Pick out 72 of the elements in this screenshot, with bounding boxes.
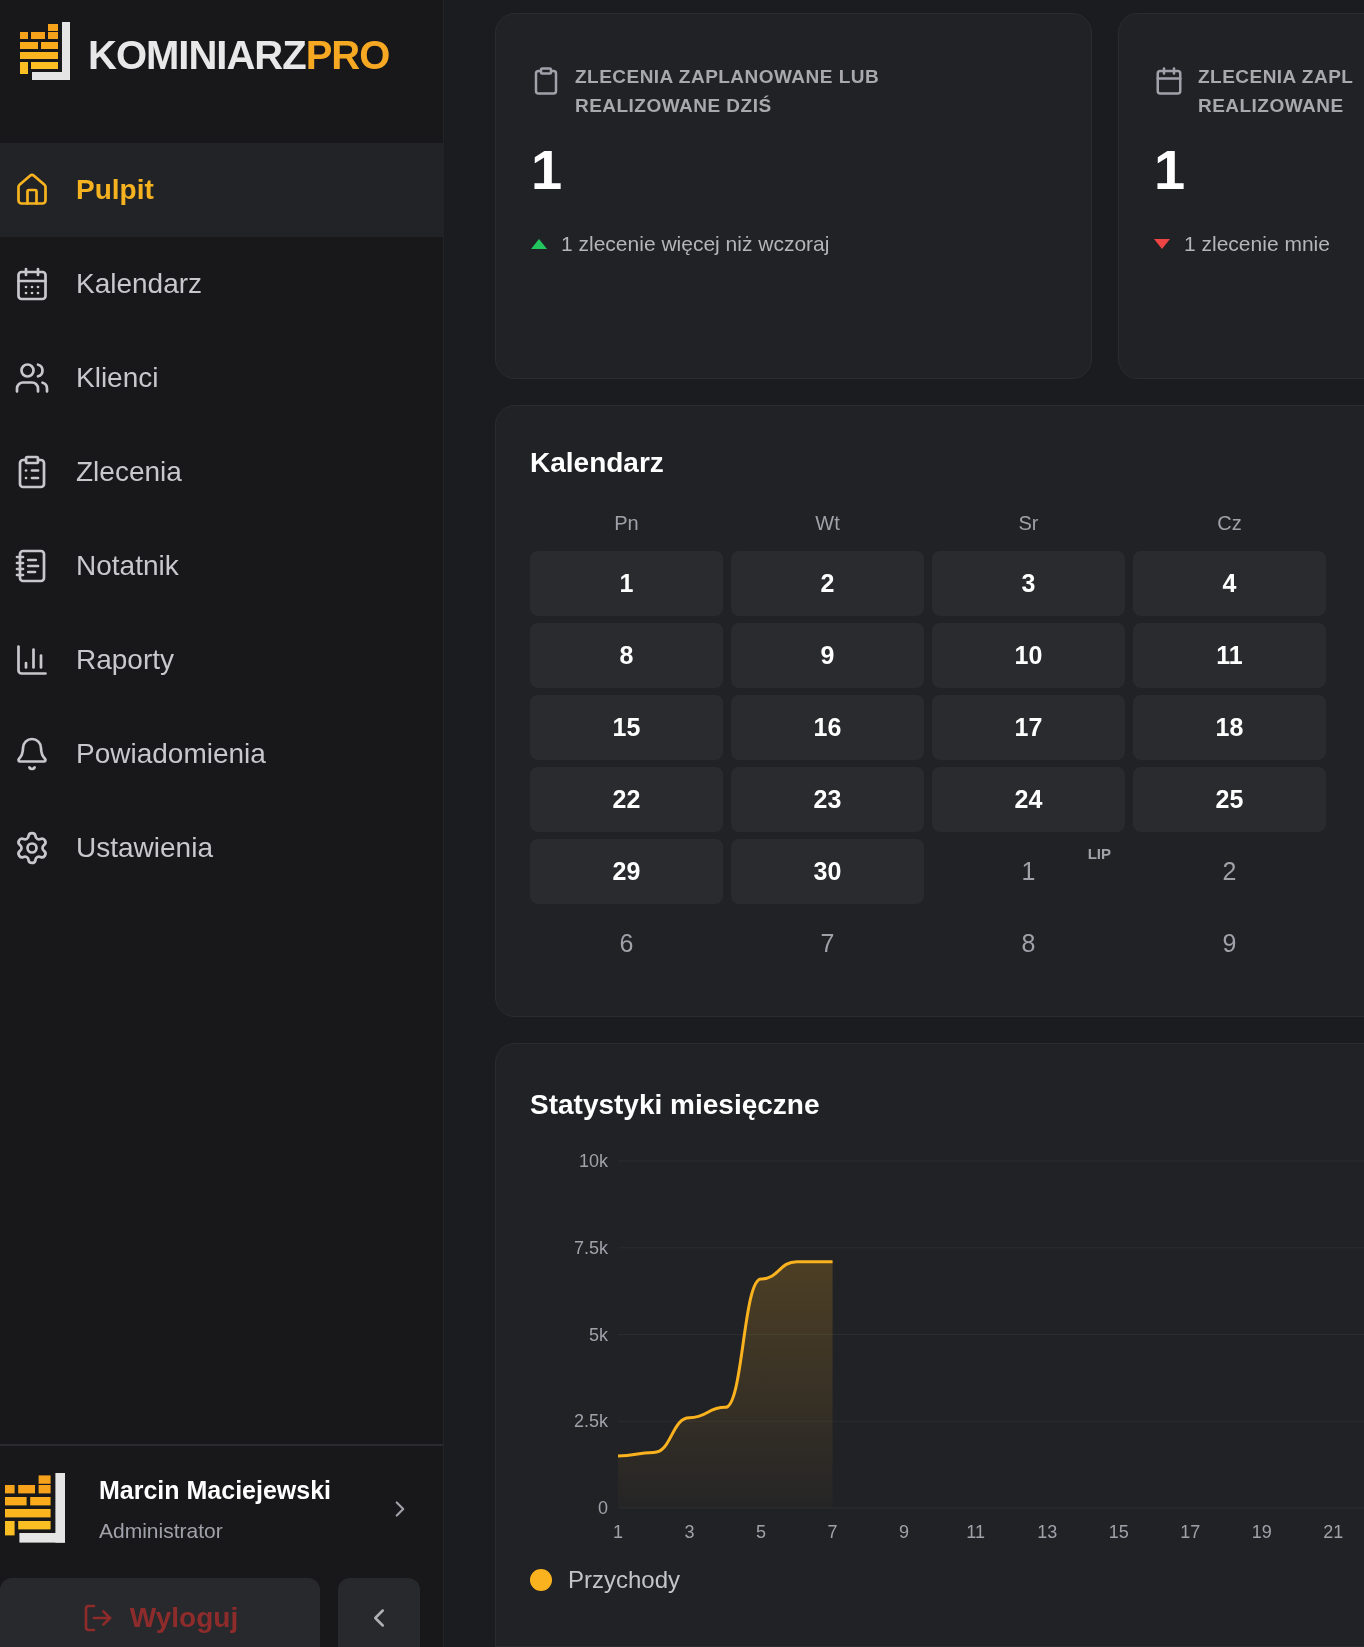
calendar-day[interactable]: 16: [731, 695, 924, 760]
x-tick-label: 17: [1180, 1522, 1201, 1542]
y-tick-label: 7.5k: [573, 1237, 608, 1258]
y-tick-label: 2.5k: [573, 1411, 608, 1432]
x-tick-label: 15: [1108, 1522, 1129, 1542]
calendar-day[interactable]: 2: [1133, 839, 1326, 904]
settings-icon: [14, 830, 50, 866]
stat-value: 1: [531, 142, 564, 198]
sidebar-item[interactable]: Pulpit: [0, 143, 443, 237]
user-name: Marcin Maciejewski: [99, 1474, 333, 1506]
weekday-label: Pn: [613, 511, 640, 536]
x-tick-label: 19: [1251, 1522, 1272, 1542]
y-tick-label: 0: [598, 1498, 608, 1518]
month-label: LIP: [1087, 844, 1111, 864]
calendar-day[interactable]: 23: [731, 767, 924, 832]
logo-text: KOMINIARZPRO: [88, 35, 390, 75]
y-tick-label: 10k: [578, 1151, 608, 1171]
weekday-label: Wt: [814, 511, 841, 536]
calendar-icon: [14, 266, 50, 302]
weekday-label: Sr: [1017, 511, 1040, 536]
calendar-day[interactable]: 4: [1133, 551, 1326, 616]
x-tick-label: 13: [1037, 1522, 1058, 1542]
calendar-day[interactable]: 9: [731, 623, 924, 688]
stats-title: Statystyki miesięczne: [530, 1088, 821, 1122]
y-tick-label: 5k: [589, 1324, 608, 1345]
weekday-label: Cz: [1216, 511, 1243, 536]
sidebar-item[interactable]: Ustawienia: [0, 801, 443, 895]
home-icon: [14, 172, 50, 208]
calendar-day[interactable]: 2: [731, 551, 924, 616]
x-tick-label: 1: [613, 1522, 623, 1542]
calendar-day[interactable]: 1: [530, 551, 723, 616]
bar-chart-icon: [14, 642, 50, 678]
x-tick-label: 3: [684, 1522, 695, 1542]
calendar-day[interactable]: 30: [731, 839, 924, 904]
calendar-day[interactable]: 6: [530, 911, 723, 976]
stat-card-title: ZLECENIA ZAPLANOWANE LUB REALIZOWANE DZIŚ: [575, 65, 880, 118]
calendar-day[interactable]: 3: [932, 551, 1125, 616]
legend-label: Przychody: [568, 1565, 681, 1595]
x-tick-label: 9: [899, 1522, 910, 1542]
x-tick-label: 5: [756, 1522, 767, 1542]
calendar-day[interactable]: 18: [1133, 695, 1326, 760]
user-role: Administrator: [99, 1518, 224, 1544]
sidebar-item[interactable]: Zlecenia: [0, 425, 443, 519]
calendar-day[interactable]: 17: [932, 695, 1125, 760]
calendar-title: Kalendarz: [530, 446, 665, 480]
x-tick-label: 11: [966, 1522, 985, 1542]
sidebar-item[interactable]: Kalendarz: [0, 237, 443, 331]
calendar-day[interactable]: 9: [1133, 911, 1326, 976]
calendar-icon: [1154, 66, 1184, 96]
trend-text: 1 zlecenie więcej niż wczoraj: [561, 231, 830, 257]
sidebar-item[interactable]: Notatnik: [0, 519, 443, 613]
calendar-day[interactable]: 15: [530, 695, 723, 760]
calendar-day[interactable]: 29: [530, 839, 723, 904]
stat-value: 1: [1154, 142, 1187, 198]
users-icon: [14, 360, 50, 396]
calendar-day[interactable]: 24: [932, 767, 1125, 832]
x-tick-label: 7: [827, 1522, 838, 1542]
calendar-day[interactable]: 8: [530, 623, 723, 688]
bell-icon: [14, 736, 50, 772]
sidebar-item[interactable]: Klienci: [0, 331, 443, 425]
calendar-day[interactable]: 8: [932, 911, 1125, 976]
calendar-day[interactable]: 7: [731, 911, 924, 976]
x-tick-label: 21: [1323, 1522, 1344, 1542]
calendar-day[interactable]: 22: [530, 767, 723, 832]
trend-text: 1 zlecenie mnie: [1184, 231, 1330, 257]
sidebar-item[interactable]: Raporty: [0, 613, 443, 707]
sidebar-item[interactable]: Powiadomienia: [0, 707, 443, 801]
calendar-day[interactable]: 11: [1133, 623, 1326, 688]
calendar-day[interactable]: 10: [932, 623, 1125, 688]
calendar-day[interactable]: 25: [1133, 767, 1326, 832]
calendar-day[interactable]: 1 LIP: [932, 839, 1125, 904]
stat-card-title: ZLECENIA ZAPL REALIZOWANE: [1198, 65, 1354, 118]
